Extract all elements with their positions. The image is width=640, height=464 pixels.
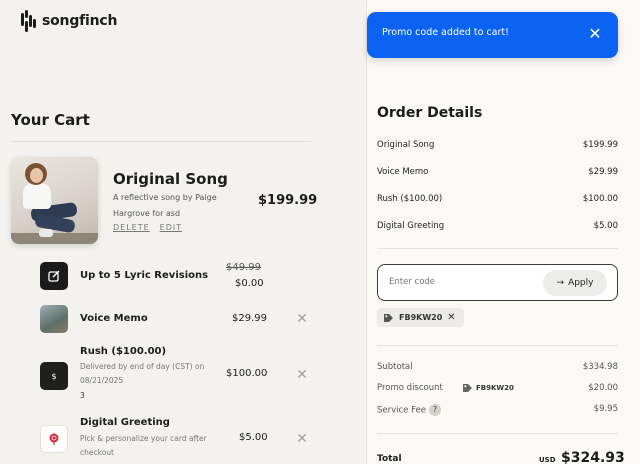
addon-old-price: $49.99 <box>226 262 261 273</box>
product-name: Original Song <box>113 170 228 188</box>
cart-title: Your Cart <box>11 111 90 129</box>
subtotal-label: Subtotal <box>377 362 413 372</box>
order-line: Voice Memo $29.99 <box>377 167 618 177</box>
rose-icon <box>40 425 68 453</box>
subtotal-value: $334.98 <box>582 362 618 372</box>
addon-name: Voice Memo <box>80 313 148 324</box>
discount-value: $20.00 <box>588 383 618 393</box>
subtotal-row: Subtotal $334.98 <box>377 362 618 372</box>
order-line-value: $5.00 <box>593 221 618 231</box>
order-line-label: Digital Greeting <box>377 221 445 231</box>
addon-name: Up to 5 Lyric Revisions <box>80 270 209 281</box>
service-fee-label: Service Fee <box>377 405 426 416</box>
arrow-right-icon: → <box>556 278 565 288</box>
applied-promo-chip: FB9KW20 ✕ <box>377 308 464 327</box>
divider <box>377 345 618 346</box>
addon-row: $ Rush ($100.00) Delivered by end of day… <box>40 346 340 402</box>
product-description: A reflective song by Paige Hargrove for … <box>113 193 217 218</box>
promo-code-text: FB9KW20 <box>399 313 443 322</box>
divider <box>377 433 618 434</box>
order-line: Original Song $199.99 <box>377 140 618 150</box>
delete-button[interactable]: DELETE <box>113 223 150 232</box>
remove-addon-button[interactable]: ✕ <box>296 312 308 326</box>
discount-label: Promo discount <box>377 383 443 393</box>
order-details-panel <box>366 0 640 464</box>
addon-row: Voice Memo $29.99 ✕ <box>40 305 340 333</box>
help-icon[interactable]: ? <box>429 404 441 416</box>
cart-divider <box>11 141 311 142</box>
addon-price: $5.00 <box>239 432 268 443</box>
addon-price: $0.00 <box>235 278 264 289</box>
total-label: Total <box>377 454 402 464</box>
brand-name: songfinch <box>42 13 118 29</box>
discount-row: Promo discount FB9KW20 $20.00 <box>377 383 618 393</box>
order-line-label: Original Song <box>377 140 435 150</box>
addon-name: Rush ($100.00) <box>80 346 167 357</box>
tag-icon <box>463 384 472 392</box>
toast-notification: Promo code added to cart! ✕ <box>367 12 618 58</box>
order-line: Digital Greeting $5.00 <box>377 221 618 231</box>
addon-name: Digital Greeting <box>80 417 170 428</box>
addon-row: Up to 5 Lyric Revisions $49.99 $0.00 <box>40 262 340 292</box>
apply-button[interactable]: → Apply <box>543 270 607 296</box>
addon-subtext: Pick & personalize your card after check… <box>80 434 207 457</box>
addon-subtext: Delivered by end of day (CST) on 08/21/2… <box>80 362 205 385</box>
order-line-value: $199.99 <box>582 140 618 150</box>
addon-row: Digital Greeting Pick & personalize your… <box>40 416 340 464</box>
logo-mark-icon <box>21 10 37 32</box>
service-fee-row: Service Fee? $9.95 <box>377 404 618 416</box>
order-line-label: Voice Memo <box>377 167 429 177</box>
remove-promo-icon[interactable]: ✕ <box>447 312 455 323</box>
service-fee-value: $9.95 <box>593 404 618 414</box>
remove-addon-button[interactable]: ✕ <box>296 432 308 446</box>
promo-code-box: → Apply <box>377 264 618 301</box>
addon-price: $29.99 <box>232 313 267 324</box>
discount-code: FB9KW20 <box>462 383 514 393</box>
product-image <box>11 157 98 244</box>
order-line-label: Rush ($100.00) <box>377 194 443 204</box>
voice-memo-thumbnail <box>40 305 68 333</box>
promo-code-input[interactable] <box>389 277 529 287</box>
apply-label: Apply <box>568 278 594 288</box>
close-icon[interactable]: ✕ <box>587 26 603 42</box>
order-line-value: $100.00 <box>582 194 618 204</box>
toast-message: Promo code added to cart! <box>382 27 509 38</box>
order-line: Rush ($100.00) $100.00 <box>377 194 618 204</box>
total-currency: USD <box>539 456 556 464</box>
songfinch-logo[interactable]: songfinch <box>21 10 117 32</box>
tag-icon <box>383 313 394 323</box>
edit-button[interactable]: EDIT <box>160 223 182 232</box>
order-details-title: Order Details <box>377 105 483 121</box>
remove-addon-button[interactable]: ✕ <box>296 368 308 382</box>
edit-icon <box>40 262 68 290</box>
order-line-value: $29.99 <box>588 167 618 177</box>
cart-panel: songfinch Your Cart Original Song A refl… <box>0 0 366 464</box>
divider <box>377 248 618 249</box>
addon-quantity: 3 <box>80 391 85 400</box>
product-actions: DELETE EDIT <box>113 223 182 232</box>
product-price: $199.99 <box>258 193 318 208</box>
total-value: $324.93 <box>561 450 625 464</box>
addon-price: $100.00 <box>226 368 268 379</box>
dollar-icon: $ <box>40 362 68 390</box>
